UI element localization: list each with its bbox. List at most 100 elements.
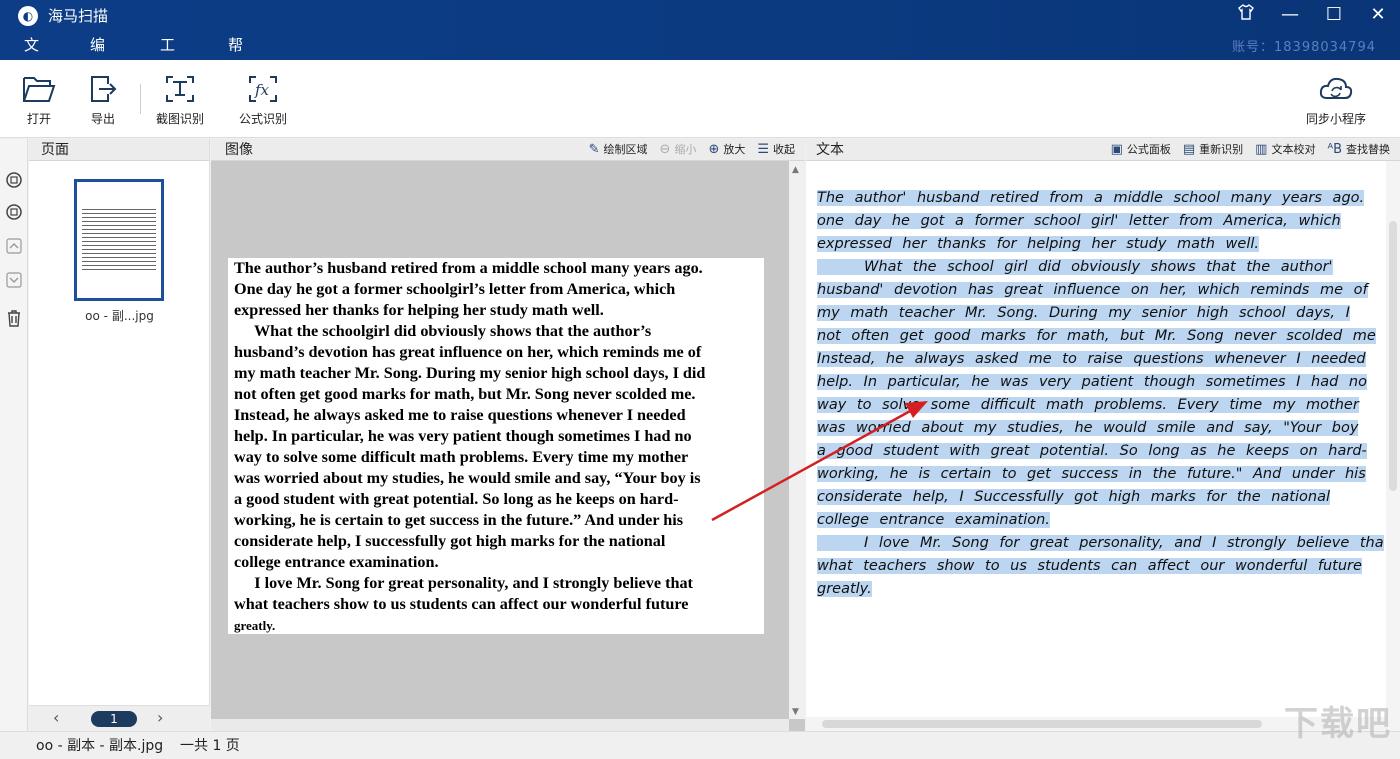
scroll-down-icon[interactable]: ▼ bbox=[792, 707, 799, 717]
zoom-in-label: 放大 bbox=[723, 143, 746, 156]
collapse-button[interactable]: ☰ 收起 bbox=[757, 139, 795, 161]
cloud-sync-icon bbox=[1319, 77, 1353, 99]
minimize-button[interactable]: — bbox=[1268, 0, 1312, 30]
title-bar: ◐ 海马扫描 文件 编辑 工具 帮助 — ☐ ✕ 账号：18398034794 bbox=[0, 0, 1400, 78]
doc-line: not often get good marks for math, but M… bbox=[234, 385, 696, 403]
zoom-in-icon: ⊕ bbox=[708, 142, 720, 157]
toolbar-divider bbox=[140, 84, 141, 114]
crop-ocr-label: 截图识别 bbox=[156, 112, 205, 126]
svg-text:fx: fx bbox=[254, 81, 270, 99]
sync-miniprogram-button[interactable]: 同步小程序 bbox=[1306, 74, 1366, 127]
doc-line: college entrance examination. bbox=[234, 553, 439, 571]
proofread-label: 文本校对 bbox=[1271, 143, 1316, 156]
pages-panel: 页面 oo - 副...jpg ‹ 1 › bbox=[29, 139, 210, 731]
close-button[interactable]: ✕ bbox=[1356, 0, 1400, 30]
folder-open-icon bbox=[23, 77, 56, 102]
page-number-badge: 1 bbox=[91, 711, 137, 727]
zoom-in-button[interactable]: ⊕ 放大 bbox=[708, 139, 745, 161]
pages-title: 页面 bbox=[41, 142, 69, 158]
shirt-icon[interactable] bbox=[1224, 0, 1268, 30]
zoom-out-icon: ⊖ bbox=[659, 142, 671, 157]
pen-icon: ✎ bbox=[588, 142, 600, 157]
text-header: 文本 ▣ 公式面板 ▤ 重新识别 ▥ 文本校对 ᴬB 查找替换 bbox=[806, 139, 1400, 161]
draw-area-button[interactable]: ✎ 绘制区域 bbox=[589, 139, 648, 161]
rotate-left-icon[interactable] bbox=[5, 203, 23, 221]
image-horizontal-scrollbar[interactable] bbox=[211, 719, 789, 731]
move-down-icon[interactable] bbox=[5, 271, 23, 289]
doc-line: working, he is certain to get success in… bbox=[234, 511, 684, 529]
text-panel: 文本 ▣ 公式面板 ▤ 重新识别 ▥ 文本校对 ᴬB 查找替换 The author' … bbox=[806, 139, 1400, 731]
doc-line: Instead, he always asked me to raise que… bbox=[234, 406, 686, 424]
trash-icon[interactable] bbox=[5, 309, 23, 327]
open-button[interactable]: 打开 bbox=[22, 74, 56, 127]
rotate-right-icon[interactable] bbox=[5, 171, 23, 189]
document-icon: ▤ bbox=[1182, 142, 1196, 157]
text-line: one day he got a former school girl' let… bbox=[817, 213, 1341, 229]
doc-line: my math teacher Mr. Song. During my seni… bbox=[234, 364, 706, 382]
watermark: 下载吧 bbox=[1284, 704, 1392, 744]
window-controls: — ☐ ✕ bbox=[1224, 0, 1400, 30]
page-thumbnail[interactable] bbox=[74, 179, 164, 301]
image-tools: ✎ 绘制区域 ⊖ 缩小 ⊕ 放大 ☰ 收起 bbox=[577, 139, 795, 161]
formula-ocr-button[interactable]: fx 公式识别 bbox=[239, 74, 287, 127]
text-line: considerate help, I Successfully got hig… bbox=[817, 489, 1331, 505]
scroll-up-icon[interactable]: ▲ bbox=[792, 165, 799, 175]
scanned-document-image: The author’s husband retired from a midd… bbox=[228, 258, 764, 634]
account-label: 账号：18398034794 bbox=[1232, 40, 1376, 55]
image-panel: 图像 ✎ 绘制区域 ⊖ 缩小 ⊕ 放大 ☰ 收起 The author’s husban… bbox=[211, 139, 805, 731]
doc-line: greatly. bbox=[234, 618, 276, 633]
scroll-thumb[interactable] bbox=[822, 720, 1262, 728]
text-line: my math teacher Mr. Song. During my seni… bbox=[817, 305, 1350, 321]
export-label: 导出 bbox=[90, 112, 115, 126]
text-line: was worried about my studies, he would s… bbox=[817, 420, 1359, 436]
app-title: 海马扫描 bbox=[48, 7, 109, 25]
image-title: 图像 bbox=[225, 142, 253, 158]
re-recognize-button[interactable]: ▤ 重新识别 bbox=[1183, 139, 1243, 161]
text-line: expressed her thanks for helping her stu… bbox=[817, 236, 1259, 252]
image-vertical-scrollbar[interactable]: ▲ ▼ bbox=[789, 161, 805, 719]
scroll-thumb[interactable] bbox=[1389, 221, 1397, 491]
zoom-out-label: 缩小 bbox=[674, 143, 697, 156]
formula-panel-button[interactable]: ▣ 公式面板 bbox=[1111, 139, 1171, 161]
proofread-button[interactable]: ▥ 文本校对 bbox=[1255, 139, 1315, 161]
doc-line: way to solve some difficult math problem… bbox=[234, 448, 689, 466]
move-up-icon[interactable] bbox=[5, 237, 23, 255]
thumbnail-filename: oo - 副...jpg bbox=[85, 309, 154, 323]
page-navigator: ‹ 1 › bbox=[29, 705, 210, 731]
text-line: husband' devotion has great influence on… bbox=[817, 282, 1368, 298]
crop-ocr-button[interactable]: 截图识别 bbox=[156, 74, 204, 127]
find-replace-button[interactable]: ᴬB 查找替换 bbox=[1327, 139, 1390, 161]
next-page-icon[interactable]: › bbox=[157, 708, 163, 727]
zoom-out-button[interactable]: ⊖ 缩小 bbox=[660, 139, 697, 161]
crop-ocr-icon bbox=[166, 76, 194, 102]
text-line: college entrance examination. bbox=[817, 512, 1050, 528]
maximize-button[interactable]: ☐ bbox=[1312, 0, 1356, 30]
recognized-text-editor[interactable]: The author' husband retired from a middl… bbox=[817, 187, 1385, 601]
doc-line: husband’s devotion has great influence o… bbox=[234, 343, 702, 361]
doc-line: considerate help, I successfully got hig… bbox=[234, 532, 666, 550]
text-line: greatly. bbox=[817, 581, 872, 597]
doc-line: a good student with great potential. So … bbox=[234, 490, 679, 508]
formula-ocr-label: 公式识别 bbox=[239, 112, 288, 126]
prev-page-icon[interactable]: ‹ bbox=[53, 708, 59, 727]
export-button[interactable]: 导出 bbox=[88, 74, 118, 127]
draw-area-label: 绘制区域 bbox=[603, 143, 648, 156]
text-line: help. In particular, he was very patient… bbox=[817, 374, 1367, 390]
collapse-label: 收起 bbox=[773, 143, 795, 156]
image-header: 图像 ✎ 绘制区域 ⊖ 缩小 ⊕ 放大 ☰ 收起 bbox=[211, 139, 805, 161]
app-logo-icon: ◐ bbox=[18, 6, 38, 26]
doc-line: The author’s husband retired from a midd… bbox=[234, 259, 703, 277]
formula-panel-icon: ▣ bbox=[1110, 142, 1123, 157]
text-line: What the school girl did obviously shows… bbox=[817, 259, 1333, 275]
doc-line: One day he got a former schoolgirl’s let… bbox=[234, 280, 676, 298]
doc-line: What the schoolgirl did obviously shows … bbox=[234, 322, 652, 340]
text-line: not often get good marks for math, but M… bbox=[817, 328, 1376, 344]
text-tools: ▣ 公式面板 ▤ 重新识别 ▥ 文本校对 ᴬB 查找替换 bbox=[1099, 139, 1390, 161]
pages-header: 页面 bbox=[29, 139, 209, 161]
text-line: what teachers show to us students can af… bbox=[817, 558, 1362, 574]
formula-panel-label: 公式面板 bbox=[1126, 143, 1171, 156]
text-vertical-scrollbar[interactable] bbox=[1386, 161, 1400, 731]
toolbar: 打开 导出 截图识别 fx 公式识别 同步小程序 bbox=[0, 60, 1400, 138]
formula-icon: fx bbox=[249, 76, 277, 102]
text-title: 文本 bbox=[816, 142, 844, 158]
